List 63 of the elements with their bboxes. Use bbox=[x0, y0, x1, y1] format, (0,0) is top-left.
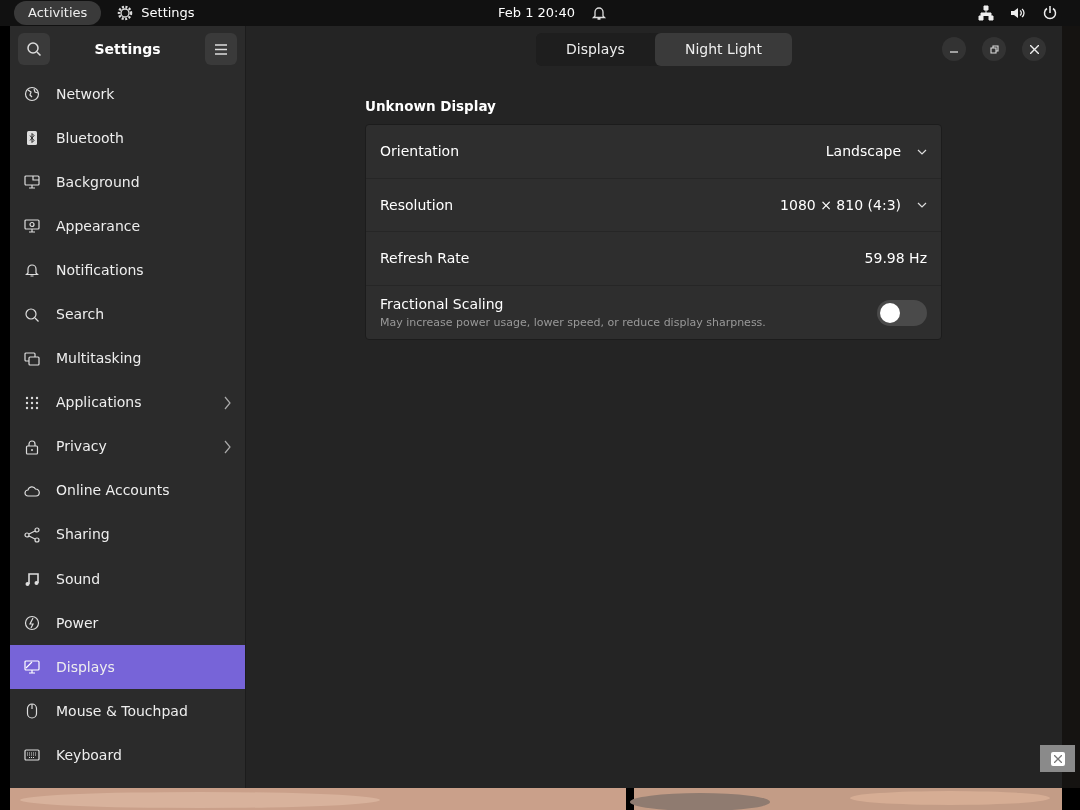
chevron-down-icon bbox=[917, 148, 927, 155]
grid-icon bbox=[24, 394, 40, 411]
bell-icon[interactable] bbox=[591, 5, 608, 21]
row-label: Orientation bbox=[380, 142, 460, 161]
tab[interactable]: Night Light bbox=[654, 32, 792, 66]
menu-icon bbox=[215, 43, 227, 55]
power-icon bbox=[24, 615, 40, 632]
row-value: 59.98 Hz bbox=[864, 249, 927, 268]
menu-button[interactable] bbox=[205, 33, 237, 65]
power-icon[interactable] bbox=[1042, 5, 1058, 21]
windows-icon bbox=[24, 350, 40, 367]
volume-icon[interactable] bbox=[1010, 5, 1026, 21]
clock[interactable]: Feb 1 20:40 bbox=[498, 3, 576, 23]
lock-icon bbox=[24, 438, 40, 455]
sidebar-item[interactable]: Network bbox=[10, 72, 245, 117]
toggle-switch[interactable] bbox=[877, 299, 927, 326]
sidebar-item[interactable]: Displays bbox=[10, 645, 245, 690]
globe-icon bbox=[24, 86, 40, 103]
close-icon bbox=[1050, 751, 1065, 766]
sidebar-item[interactable]: Sharing bbox=[10, 512, 245, 558]
keyboard-icon bbox=[24, 747, 40, 764]
activities-button[interactable]: Activities bbox=[14, 1, 102, 25]
search-icon bbox=[26, 41, 42, 57]
music-note-icon bbox=[24, 571, 40, 588]
chevron-down-icon bbox=[917, 202, 927, 208]
sidebar-item[interactable]: Sound bbox=[10, 557, 245, 602]
search-button[interactable] bbox=[18, 33, 50, 65]
mouse-icon bbox=[24, 703, 40, 720]
sidebar-item[interactable]: Applications bbox=[10, 380, 245, 425]
sidebar-item[interactable]: Mouse & Touchpad bbox=[10, 689, 245, 734]
row-subtitle: May increase power usage, lower speed, or reduce display sharpness. bbox=[380, 314, 766, 331]
monitor-icon bbox=[24, 218, 40, 235]
section-title: Unknown Display bbox=[365, 97, 497, 116]
search-icon bbox=[24, 306, 40, 323]
share-icon bbox=[24, 527, 40, 543]
sidebar-item[interactable]: Keyboard bbox=[10, 733, 245, 778]
dropdown[interactable]: 1080 × 810 (4:3) bbox=[780, 194, 927, 216]
sidebar-item[interactable]: Multitasking bbox=[10, 336, 245, 381]
sidebar-item[interactable]: Online Accounts bbox=[10, 468, 245, 513]
sidebar-item[interactable]: Background bbox=[10, 160, 245, 205]
row-label: Fractional Scaling bbox=[380, 294, 505, 314]
sidebar-item[interactable]: Search bbox=[10, 292, 245, 337]
close-button[interactable] bbox=[1022, 37, 1046, 61]
monitor-icon bbox=[24, 174, 40, 191]
gear-icon bbox=[117, 5, 134, 21]
app-name[interactable]: Settings bbox=[141, 3, 195, 23]
sidebar-item[interactable]: Bluetooth bbox=[10, 116, 245, 161]
sidebar-item[interactable]: Power bbox=[10, 601, 245, 646]
close-icon bbox=[1029, 44, 1039, 54]
dropdown[interactable]: Landscape bbox=[825, 141, 927, 162]
sidebar-item[interactable]: Appearance bbox=[10, 204, 245, 249]
row-label: Refresh Rate bbox=[380, 249, 470, 268]
minimize-button[interactable] bbox=[942, 37, 966, 61]
bluetooth-icon bbox=[24, 130, 40, 147]
restore-button[interactable] bbox=[982, 37, 1006, 61]
restore-icon bbox=[989, 44, 999, 54]
sidebar-title: Settings bbox=[94, 39, 161, 59]
monitor-icon bbox=[24, 659, 40, 676]
row-label: Resolution bbox=[380, 195, 454, 215]
bell-icon bbox=[24, 262, 40, 279]
sidebar-item[interactable]: Privacy bbox=[10, 424, 245, 469]
sidebar-item[interactable]: Notifications bbox=[10, 248, 245, 293]
network-icon[interactable] bbox=[978, 5, 994, 21]
